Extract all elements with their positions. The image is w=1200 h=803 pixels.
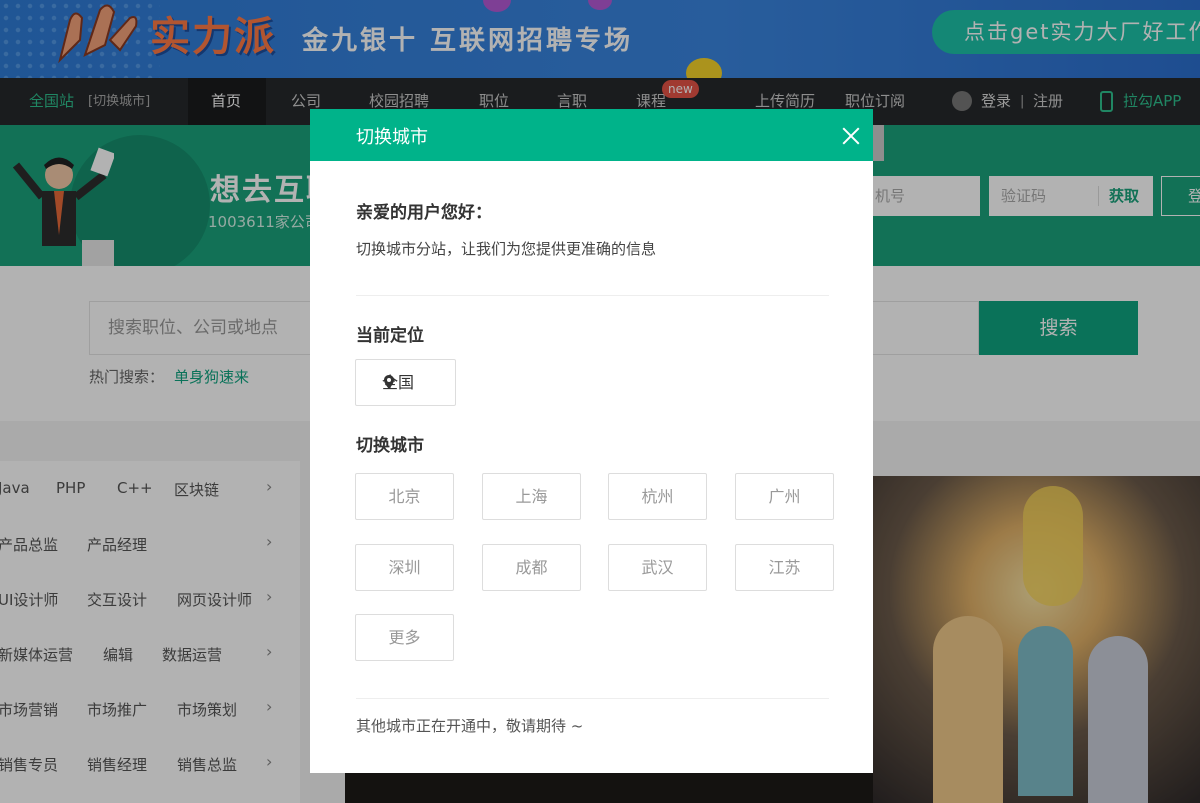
close-icon[interactable] xyxy=(840,125,862,147)
location-pin-icon xyxy=(384,375,394,389)
switch-city-modal: 切换城市 亲爱的用户您好： 切换城市分站，让我们为您提供更准确的信息 当前定位 … xyxy=(310,109,873,773)
city-button-chengdu[interactable]: 成都 xyxy=(482,544,581,591)
modal-title: 切换城市 xyxy=(356,127,428,148)
city-button-wuhan[interactable]: 武汉 xyxy=(608,544,707,591)
city-button-beijing[interactable]: 北京 xyxy=(355,473,454,520)
divider xyxy=(356,295,829,296)
city-button-guangzhou[interactable]: 广州 xyxy=(735,473,834,520)
city-button-jiangsu[interactable]: 江苏 xyxy=(735,544,834,591)
city-button-hangzhou[interactable]: 杭州 xyxy=(608,473,707,520)
greeting-text: 亲爱的用户您好： xyxy=(356,203,492,223)
city-button-shanghai[interactable]: 上海 xyxy=(482,473,581,520)
city-button-shenzhen[interactable]: 深圳 xyxy=(355,544,454,591)
modal-description: 切换城市分站，让我们为您提供更准确的信息 xyxy=(356,240,657,258)
current-location-button[interactable]: 全国 xyxy=(355,359,456,406)
divider xyxy=(356,698,829,699)
switch-city-title: 切换城市 xyxy=(356,436,424,456)
more-cities-button[interactable]: 更多 xyxy=(355,614,454,661)
current-location-title: 当前定位 xyxy=(356,326,424,346)
modal-header: 切换城市 xyxy=(310,109,873,161)
footer-note: 其他城市正在开通中，敬请期待 ~ xyxy=(356,717,584,735)
